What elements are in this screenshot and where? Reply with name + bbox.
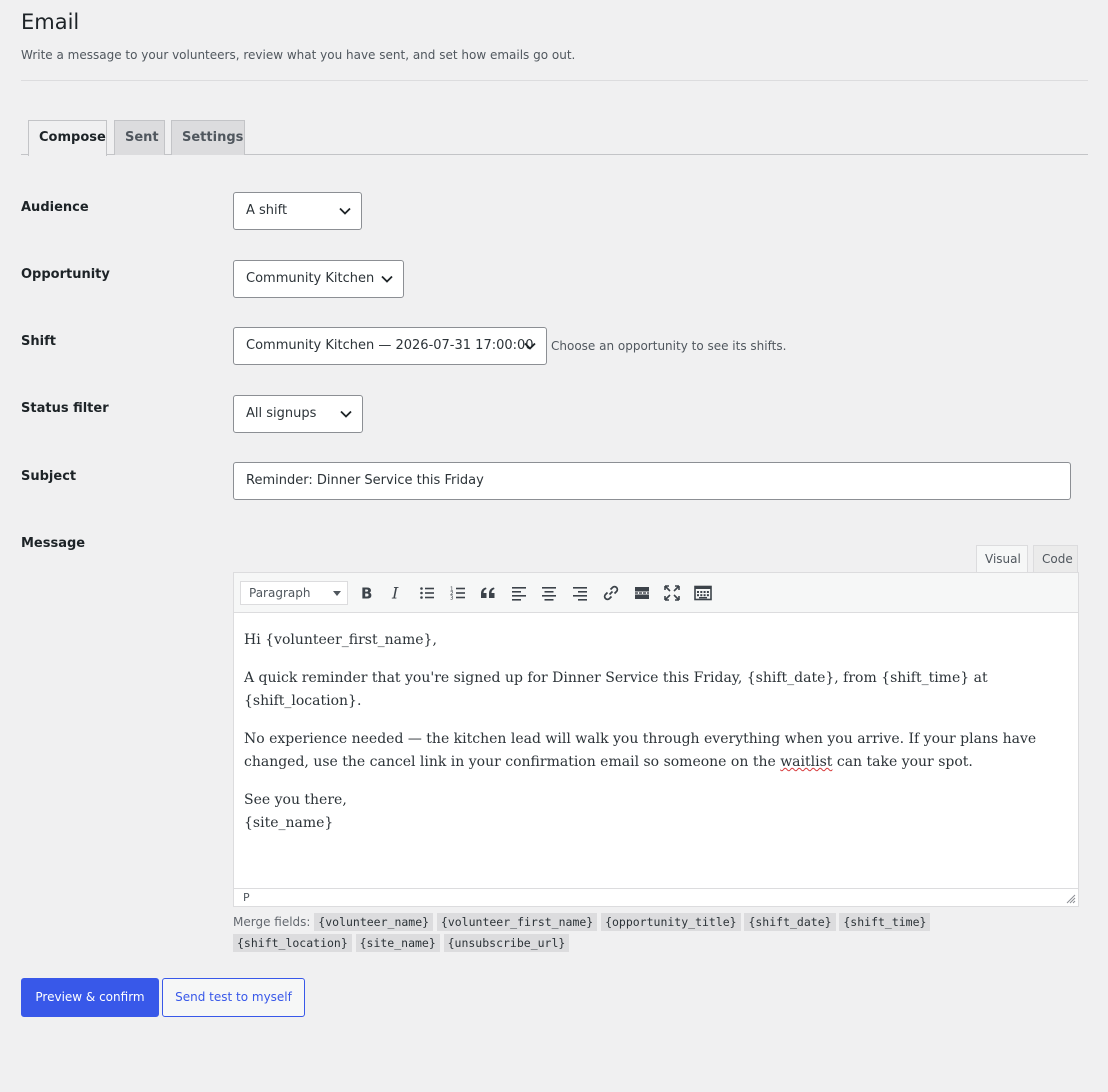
send-test-button[interactable]: Send test to myself xyxy=(162,978,305,1017)
fullscreen-icon xyxy=(664,585,680,601)
subject-label: Subject xyxy=(21,469,77,484)
toolbar-toggle-button[interactable] xyxy=(690,581,716,605)
italic-icon: I xyxy=(391,585,399,601)
shift-label: Shift xyxy=(21,334,56,349)
subject-input[interactable]: Reminder: Dinner Service this Friday xyxy=(233,462,1071,500)
svg-text:B: B xyxy=(361,585,372,601)
bullet-list-icon xyxy=(420,587,434,599)
message-text: See you there, xyxy=(244,792,347,808)
read-more-button[interactable] xyxy=(629,581,655,605)
merge-field-tag: {volunteer_name} xyxy=(314,913,434,931)
opportunity-label: Opportunity xyxy=(21,267,110,282)
preview-confirm-button[interactable]: Preview & confirm xyxy=(21,978,159,1017)
status-filter-value: All signups xyxy=(246,406,317,421)
merge-field-tag: {opportunity_title} xyxy=(601,913,741,931)
merge-field-tag: {site_name} xyxy=(355,934,440,952)
message-body[interactable]: Hi {volunteer_first_name}, A quick remin… xyxy=(234,613,1078,889)
link-icon xyxy=(603,585,619,601)
svg-text:I: I xyxy=(391,585,399,601)
align-left-icon xyxy=(512,587,526,601)
opportunity-value: Community Kitchen xyxy=(246,271,375,286)
numbered-list-button[interactable]: 1 2 3 xyxy=(445,581,471,605)
audience-select[interactable]: A shift xyxy=(233,192,362,230)
blockquote-button[interactable] xyxy=(475,581,501,605)
merge-field-tag: {shift_location} xyxy=(233,934,352,952)
shift-select[interactable]: Community Kitchen — 2026-07-31 17:00:00 xyxy=(233,327,547,365)
fullscreen-button[interactable] xyxy=(659,581,685,605)
editor-toolbar: Paragraph B I 1 2 3 xyxy=(234,573,1078,613)
message-paragraph: No experience needed — the kitchen lead … xyxy=(244,728,1068,774)
italic-button[interactable]: I xyxy=(383,581,409,605)
audience-value: A shift xyxy=(246,203,288,218)
misspelled-word[interactable]: waitlist xyxy=(780,754,832,770)
tab-compose[interactable]: Compose xyxy=(28,120,107,156)
page-description: Write a message to your volunteers, revi… xyxy=(21,48,576,62)
message-text: {site_name} xyxy=(244,815,334,831)
format-select[interactable]: Paragraph xyxy=(240,581,348,605)
align-center-icon xyxy=(542,587,556,601)
opportunity-select[interactable]: Community Kitchen xyxy=(233,260,404,298)
message-text: can take your spot. xyxy=(832,754,973,770)
keyboard-icon xyxy=(694,585,712,601)
shift-value: Community Kitchen — 2026-07-31 17:00:00 xyxy=(246,338,534,353)
align-right-button[interactable] xyxy=(567,581,593,605)
merge-field-tag: {shift_date} xyxy=(744,913,836,931)
audience-label: Audience xyxy=(21,200,89,215)
caret-down-icon xyxy=(333,591,341,596)
merge-field-tag: {unsubscribe_url} xyxy=(443,934,570,952)
merge-field-tag: {shift_time} xyxy=(839,913,931,931)
resize-handle-icon[interactable] xyxy=(1066,894,1076,904)
shift-help-text: Choose an opportunity to see its shifts. xyxy=(551,339,787,353)
tab-bar: Compose Sent Settings xyxy=(21,120,1088,156)
merge-fields-label: Merge fields: xyxy=(233,915,311,929)
editor-statusbar: P xyxy=(234,888,1078,906)
tab-sent[interactable]: Sent xyxy=(114,120,165,155)
message-paragraph: See you there, {site_name} xyxy=(244,789,1068,835)
status-filter-label: Status filter xyxy=(21,401,109,416)
numbered-list-icon: 1 2 3 xyxy=(450,587,465,602)
tab-settings[interactable]: Settings xyxy=(171,120,245,155)
link-button[interactable] xyxy=(598,581,624,605)
message-paragraph: A quick reminder that you're signed up f… xyxy=(244,670,988,709)
merge-field-tag: {volunteer_first_name} xyxy=(436,913,598,931)
message-label: Message xyxy=(21,536,86,551)
merge-fields: Merge fields: {volunteer_name} {voluntee… xyxy=(233,912,973,954)
bullet-list-button[interactable] xyxy=(414,581,440,605)
message-paragraph: Hi {volunteer_first_name}, xyxy=(244,632,437,648)
align-right-icon xyxy=(573,587,587,601)
chevron-down-icon xyxy=(524,342,536,350)
bold-icon: B xyxy=(361,585,372,601)
page-title: Email xyxy=(21,10,80,34)
message-editor: Paragraph B I 1 2 3 Hi {volunteer_first_… xyxy=(233,572,1079,907)
chevron-down-icon xyxy=(340,410,352,418)
format-value: Paragraph xyxy=(249,586,311,600)
align-center-button[interactable] xyxy=(536,581,562,605)
bold-button[interactable]: B xyxy=(353,581,379,605)
chevron-down-icon xyxy=(381,275,393,283)
editor-code-tab[interactable]: Code xyxy=(1033,545,1078,573)
quote-icon xyxy=(481,587,495,598)
svg-text:3: 3 xyxy=(450,596,454,602)
align-left-button[interactable] xyxy=(506,581,532,605)
element-path[interactable]: P xyxy=(243,891,250,904)
title-divider xyxy=(21,80,1088,81)
status-filter-select[interactable]: All signups xyxy=(233,395,363,433)
read-more-icon xyxy=(635,587,649,599)
editor-visual-tab[interactable]: Visual xyxy=(976,545,1028,574)
chevron-down-icon xyxy=(339,207,351,215)
